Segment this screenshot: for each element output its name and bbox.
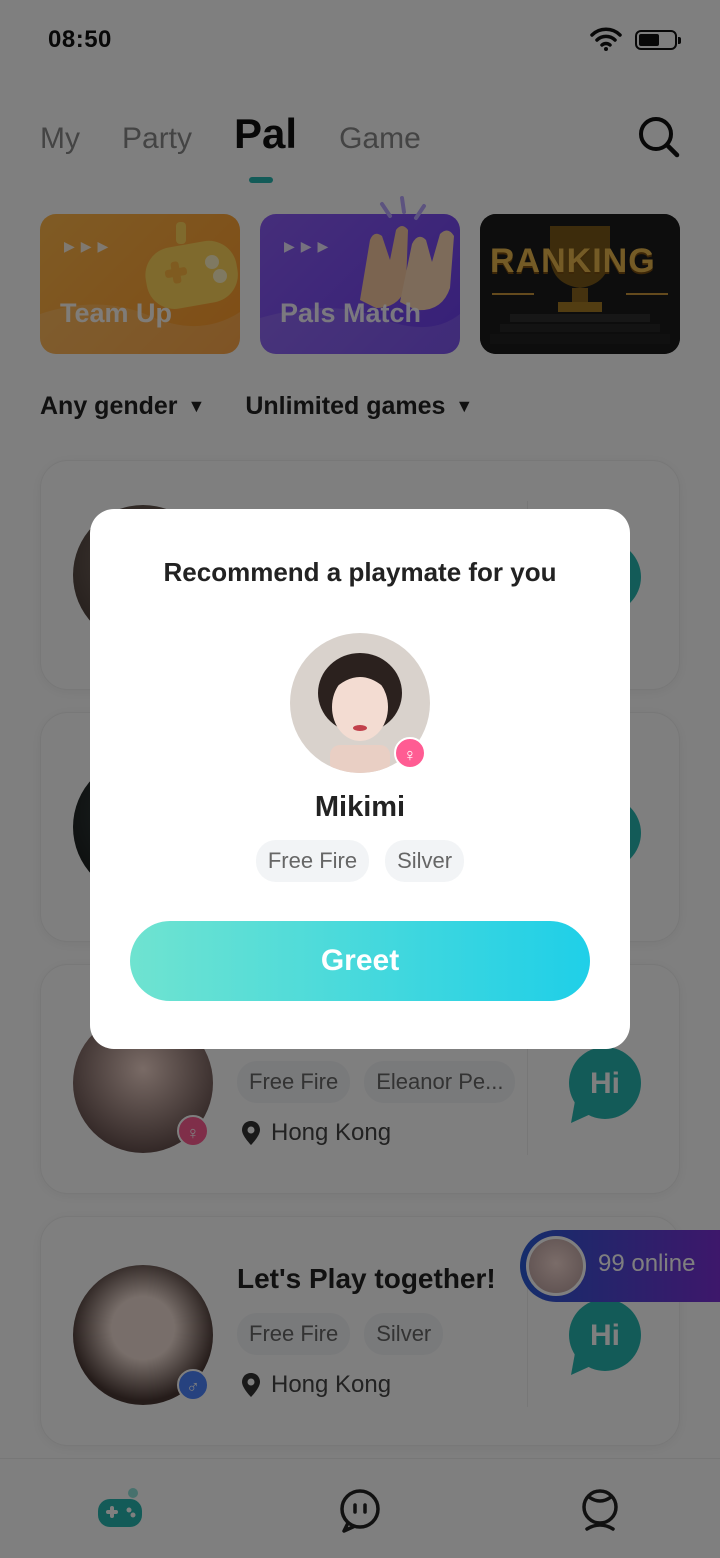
playmate-tags: Free Fire Silver xyxy=(90,840,630,882)
dialog-title: Recommend a playmate for you xyxy=(163,557,557,587)
game-tag: Free Fire xyxy=(255,840,370,882)
greet-button[interactable]: Greet xyxy=(130,921,590,1001)
recommend-dialog: Recommend a playmate for you ♀ Mikimi Fr… xyxy=(90,509,630,1049)
rank-tag: Silver xyxy=(385,840,465,882)
playmate-name: Mikimi xyxy=(314,791,406,823)
female-icon: ♀ xyxy=(394,737,426,769)
